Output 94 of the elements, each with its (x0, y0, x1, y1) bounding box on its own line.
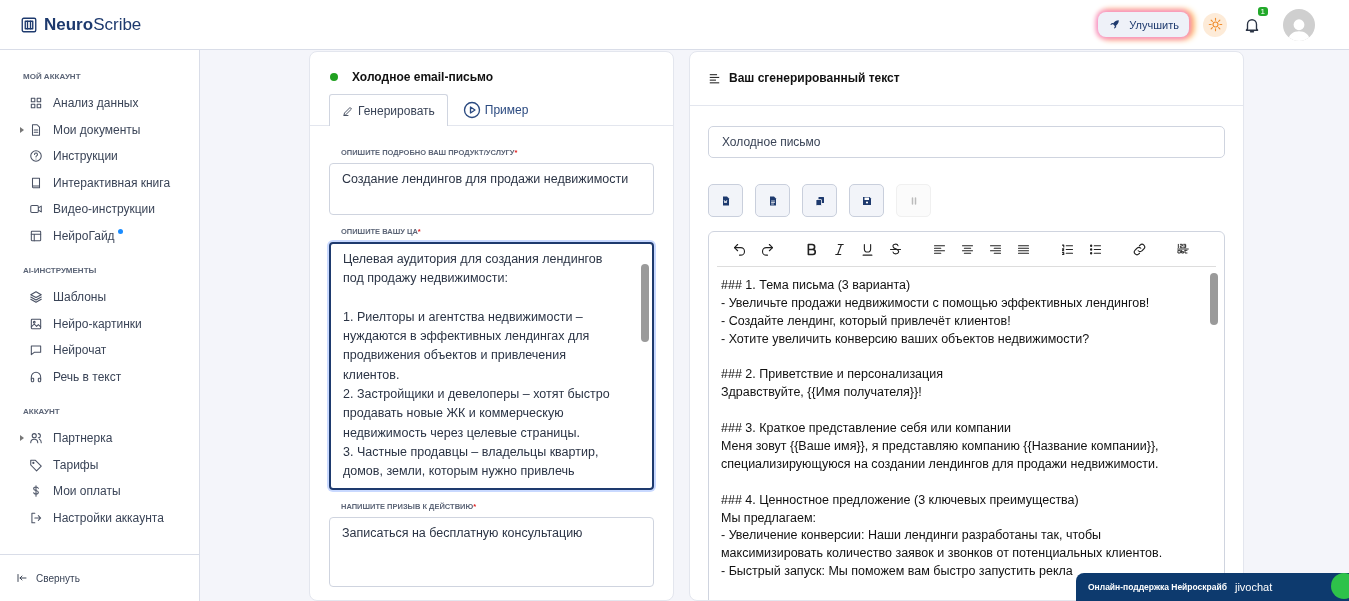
sidebar-item[interactable]: Видео-инструкции (0, 196, 199, 223)
textarea-field[interactable]: Создание лендингов для продажи недвижимости (329, 163, 654, 215)
tab[interactable]: Генерировать (329, 94, 448, 126)
textarea-field[interactable]: Записаться на бесплатную консультацию (329, 516, 654, 587)
action-button[interactable] (755, 184, 790, 217)
strikethrough-icon (887, 241, 903, 257)
sidebar-label: Партнерка (53, 431, 113, 446)
book-icon (29, 175, 43, 190)
sidebar-item[interactable]: Речь в текст (0, 363, 199, 390)
collapse-button[interactable]: Свернуть (0, 554, 199, 601)
card-title: Ваш сгенерированный текст (729, 71, 900, 85)
textarea-field[interactable]: Целевая аудитория для создания лендингов под продажу недвижимости: 1. Риелторы и агентства недвижимости – нуждаются в эффективных лендингах для продвижения объектов и привлечения клиентов. 2. Застройщики и девелоперы – хотят быстро продавать новые ЖК и коммерческую недвижимость через целевые страницы. 3. Частные продавцы – владельцы квартир, домов, земли, которым нужно привлечь (329, 242, 654, 490)
section-title: АККАУНТ (23, 407, 61, 416)
section-title: AI-ИНСТРУМЕНТЫ (23, 266, 98, 275)
scrollbar[interactable] (641, 264, 649, 342)
status-dot (330, 73, 338, 81)
logo-text: NeuroScribe (44, 14, 142, 35)
chat-brand: jivochat (1235, 581, 1273, 593)
link-icon (1131, 241, 1147, 257)
editor-line: максимизировать количество заявок и звонков от потенциальных клиентов. (721, 545, 1163, 563)
scrollbar[interactable] (1210, 273, 1218, 325)
chat-bubble-icon (29, 343, 43, 358)
users-icon (29, 431, 43, 446)
copy-icon (813, 194, 826, 207)
sidebar-label: НейроГайд (53, 228, 115, 243)
sidebar-item[interactable]: Тарифы (0, 451, 199, 478)
sidebar-item[interactable]: Инструкции (0, 143, 199, 170)
redo-icon (759, 241, 775, 257)
card-title: Холодное email-письмо (352, 70, 494, 84)
play-circle-icon (462, 101, 481, 119)
sidebar-label: Нейрочат (53, 343, 107, 358)
save-icon (860, 194, 873, 207)
sidebar-item[interactable]: Мои документы (0, 116, 199, 143)
sidebar-label: Речь в текст (53, 369, 122, 384)
help-icon (29, 149, 43, 164)
sidebar-item[interactable]: Нейро-картинки (0, 310, 199, 337)
editor-line: Меня зовут {{Ваше имя}}, я представляю компанию {{Название компании}}, (721, 438, 1159, 455)
rocket-icon (1108, 18, 1122, 31)
sidebar-label: Интерактивная книга (53, 175, 171, 190)
sidebar-label: Анализ данных (53, 96, 139, 111)
editor-line: специализирующуюся на создании лендингов для продажи недвижимости. (721, 455, 1159, 473)
sidebar-label: Шаблоны (53, 290, 107, 305)
editor-line: - Хотите увеличить конверсию ваших объектов недвижимости? (721, 330, 1090, 348)
section-title: МОЙ АККАУНТ (23, 72, 82, 81)
action-button[interactable] (849, 184, 884, 217)
sidebar-item[interactable]: Анализ данных (0, 90, 199, 117)
chat-label: Онлайн-поддержка Нейроскрайб (1088, 582, 1227, 592)
notification-badge: 1 (1257, 6, 1268, 16)
sidebar-label: Нейро-картинки (53, 316, 142, 331)
document-icon (29, 122, 43, 137)
undo-icon (731, 241, 747, 257)
editor-line: - Создайте лендинг, который привлечёт клиентов! (721, 312, 1011, 330)
image-icon (29, 316, 43, 331)
editor-line: ### 2. Приветствие и персонализация (721, 366, 943, 384)
sidebar-item[interactable]: Интерактивная книга (0, 169, 199, 196)
action-button[interactable] (802, 184, 837, 217)
editor-line: Мы предлагаем: (721, 509, 817, 527)
editor-line: - Увеличьте продажи недвижимости с помощью эффективных лендингов! (721, 294, 1150, 312)
sidebar-item[interactable]: Мои оплаты (0, 478, 199, 505)
sidebar-label: Мои документы (53, 122, 141, 137)
editor-line: ### 1. Тема письма (3 варианта) (721, 277, 911, 294)
upgrade-button[interactable]: Улучшить (1098, 12, 1189, 37)
sidebar-label: Инструкции (53, 149, 118, 164)
sidebar-label: Тарифы (53, 457, 99, 472)
title-field[interactable]: Холодное письмо (708, 126, 1225, 158)
text-lines-icon (708, 71, 721, 85)
sidebar-item[interactable]: НейроГайд (0, 222, 199, 249)
logout-icon (29, 510, 43, 525)
layout-icon (29, 228, 43, 243)
sidebar-label: Мои оплаты (53, 484, 121, 499)
editor-line: - Увеличение конверсии: Наши лендинги разработаны так, чтобы (721, 527, 1102, 545)
sidebar-item[interactable]: Нейрочат (0, 337, 199, 364)
sidebar-item[interactable]: Партнерка (0, 425, 199, 452)
editor-line: - Быстрый запуск: Мы поможем вам быстро запустить рекла (721, 563, 1073, 581)
editor-line: Здравствуйте, {{Имя получателя}}! (721, 384, 922, 402)
headphones-icon (29, 369, 43, 384)
sidebar-label: Видео-инструкции (53, 202, 155, 217)
chat-widget[interactable]: Онлайн-поддержка Нейроскрайб jivochat (1076, 573, 1349, 601)
sidebar-item[interactable]: Шаблоны (0, 284, 199, 311)
tag-icon (29, 457, 43, 472)
tab[interactable]: Пример (449, 94, 542, 126)
numbered-list-icon (1059, 241, 1075, 257)
grid-icon (29, 96, 43, 111)
spellcheck-icon (1175, 241, 1191, 257)
collapse-arrow-icon (16, 572, 28, 584)
sun-glyph-icon (1207, 17, 1223, 32)
layers-icon (29, 290, 43, 305)
editor-line: ### 4. Ценностное предложение (3 ключевых преимущества) (721, 491, 1079, 509)
pencil-icon (342, 104, 354, 117)
logo-icon (20, 15, 38, 34)
editor-line: ### 3. Краткое представление себя или компании (721, 420, 1011, 438)
action-button[interactable] (708, 184, 743, 217)
sidebar-label: Настройки аккаунта (53, 510, 164, 525)
sidebar-item[interactable]: Настройки аккаунта (0, 504, 199, 531)
